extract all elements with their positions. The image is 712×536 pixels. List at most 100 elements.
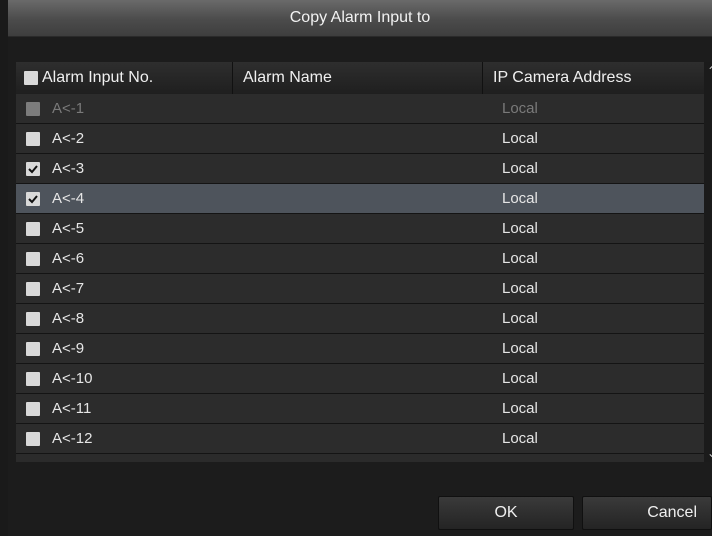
header-alarm-input-no: Alarm Input No. — [16, 62, 232, 94]
scrollbar-thumb[interactable] — [708, 82, 712, 354]
ip-camera-address: Local — [502, 280, 538, 297]
ip-camera-address-cell: Local — [482, 364, 704, 393]
table-row[interactable]: A<-4 Local — [16, 184, 704, 214]
alarm-name-cell — [232, 274, 482, 303]
checkmark-icon — [28, 164, 38, 173]
ip-camera-address: Local — [502, 310, 538, 327]
ip-camera-address: Local — [502, 430, 538, 447]
chevron-up-icon[interactable]: ⌃ — [704, 62, 712, 80]
alarm-name-cell — [232, 424, 482, 453]
alarm-name-cell — [232, 124, 482, 153]
ip-camera-address: Local — [502, 370, 538, 387]
table-row[interactable]: A<-10 Local — [16, 364, 704, 394]
row-checkbox[interactable] — [26, 161, 40, 176]
row-checkbox[interactable] — [26, 431, 40, 446]
select-all-checkbox[interactable] — [24, 71, 38, 85]
dialog-titlebar: Copy Alarm Input to — [8, 0, 712, 37]
row-checkbox[interactable] — [26, 101, 40, 116]
dialog-title: Copy Alarm Input to — [289, 9, 431, 26]
alarm-name-cell — [232, 244, 482, 273]
ip-camera-address: Local — [502, 400, 538, 417]
ip-camera-address: Local — [502, 190, 538, 207]
alarm-input-cell: A<-9 — [16, 334, 232, 363]
header-ip-camera-address-label: IP Camera Address — [493, 69, 632, 86]
copy-alarm-input-dialog: Copy Alarm Input to Alarm Input No. Alar… — [8, 0, 712, 536]
alarm-input-cell: A<-6 — [16, 244, 232, 273]
alarm-input-no: A<-4 — [52, 190, 85, 207]
alarm-input-cell: A<-2 — [16, 124, 232, 153]
ip-camera-address: Local — [502, 250, 538, 267]
table-body: A<-1 Local A<-2 Local A<-3 Local A<-4 Local … — [16, 94, 704, 454]
row-checkbox[interactable] — [26, 371, 40, 386]
ip-camera-address-cell: Local — [482, 424, 704, 453]
row-checkbox[interactable] — [26, 221, 40, 236]
ip-camera-address-cell: Local — [482, 274, 704, 303]
header-alarm-input-no-label[interactable]: Alarm Input No. — [42, 69, 153, 87]
table-row[interactable]: A<-12 Local — [16, 424, 704, 454]
ip-camera-address: Local — [502, 100, 538, 117]
row-checkbox[interactable] — [26, 251, 40, 266]
row-checkbox[interactable] — [26, 311, 40, 326]
table-row[interactable]: A<-11 Local — [16, 394, 704, 424]
row-checkbox[interactable] — [26, 191, 40, 206]
ip-camera-address: Local — [502, 160, 538, 177]
row-checkbox[interactable] — [26, 281, 40, 296]
alarm-input-no: A<-9 — [52, 340, 85, 357]
alarm-input-no: A<-7 — [52, 280, 85, 297]
alarm-input-no: A<-12 — [52, 430, 93, 447]
table-row[interactable]: A<-5 Local — [16, 214, 704, 244]
header-ip-camera-address[interactable]: IP Camera Address — [482, 62, 704, 94]
alarm-input-no: A<-11 — [52, 400, 92, 417]
ip-camera-address: Local — [502, 340, 538, 357]
ip-camera-address-cell: Local — [482, 184, 704, 213]
alarm-input-no: A<-5 — [52, 220, 85, 237]
alarm-input-no: A<-6 — [52, 250, 85, 267]
alarm-name-cell — [232, 364, 482, 393]
dialog-footer: OK Cancel — [8, 476, 712, 536]
table-header: Alarm Input No. Alarm Name IP Camera Add… — [16, 62, 704, 94]
alarm-input-cell: A<-7 — [16, 274, 232, 303]
table-row[interactable]: A<-6 Local — [16, 244, 704, 274]
alarm-input-cell: A<-5 — [16, 214, 232, 243]
table-row[interactable]: A<-7 Local — [16, 274, 704, 304]
alarm-input-cell: A<-12 — [16, 424, 232, 453]
row-checkbox[interactable] — [26, 131, 40, 146]
alarm-input-no: A<-1 — [52, 100, 85, 117]
alarm-input-cell: A<-4 — [16, 184, 232, 213]
ok-button[interactable]: OK — [438, 496, 574, 530]
alarm-name-cell — [232, 394, 482, 423]
alarm-name-cell — [232, 154, 482, 183]
alarm-input-cell: A<-11 — [16, 394, 232, 423]
ip-camera-address-cell: Local — [482, 214, 704, 243]
ip-camera-address-cell: Local — [482, 244, 704, 273]
cancel-button[interactable]: Cancel — [582, 496, 712, 530]
alarm-name-cell — [232, 334, 482, 363]
row-checkbox[interactable] — [26, 401, 40, 416]
checkmark-icon — [28, 194, 38, 203]
alarm-input-no: A<-2 — [52, 130, 85, 147]
header-alarm-name[interactable]: Alarm Name — [232, 62, 482, 94]
row-checkbox[interactable] — [26, 341, 40, 356]
alarm-input-no: A<-10 — [52, 370, 93, 387]
chevron-down-icon[interactable]: ⌄ — [704, 444, 712, 462]
alarm-input-cell: A<-10 — [16, 364, 232, 393]
table-row[interactable]: A<-3 Local — [16, 154, 704, 184]
table-row[interactable]: A<-1 Local — [16, 94, 704, 124]
ip-camera-address-cell: Local — [482, 154, 704, 183]
ip-camera-address-cell: Local — [482, 94, 704, 123]
alarm-input-cell: A<-1 — [16, 94, 232, 123]
ip-camera-address: Local — [502, 220, 538, 237]
table-scrollbar[interactable]: ⌃ ⌄ — [704, 62, 712, 462]
ip-camera-address-cell: Local — [482, 124, 704, 153]
ip-camera-address-cell: Local — [482, 334, 704, 363]
table-row[interactable]: A<-9 Local — [16, 334, 704, 364]
alarm-name-cell — [232, 184, 482, 213]
alarm-name-cell — [232, 94, 482, 123]
alarm-input-cell: A<-3 — [16, 154, 232, 183]
alarm-input-table: Alarm Input No. Alarm Name IP Camera Add… — [16, 62, 712, 462]
table-row[interactable]: A<-8 Local — [16, 304, 704, 334]
header-alarm-name-label: Alarm Name — [243, 69, 332, 86]
table-row[interactable]: A<-2 Local — [16, 124, 704, 154]
alarm-input-no: A<-3 — [52, 160, 85, 177]
alarm-input-cell: A<-8 — [16, 304, 232, 333]
